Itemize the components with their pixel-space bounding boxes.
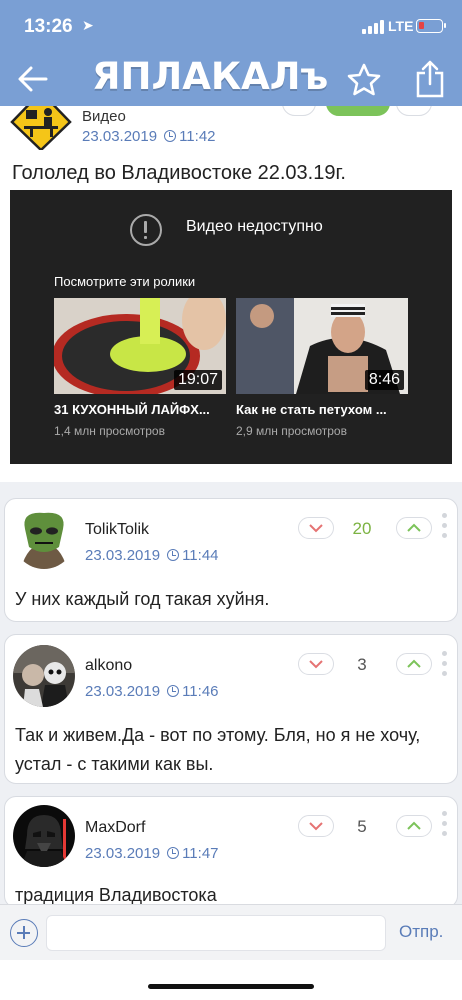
video-duration: 19:07: [173, 370, 222, 390]
comment-input-bar: Отпр.: [0, 904, 462, 960]
upvote-button[interactable]: [396, 653, 432, 675]
comment-time-value: 11:44: [182, 547, 219, 564]
post-downvote-button[interactable]: [282, 106, 316, 116]
comment-text: Так и живем.Да - вот по этому. Бля, но я…: [15, 725, 421, 774]
comment-username[interactable]: MaxDorf: [85, 819, 145, 837]
comment-date-value: 23.03.2019: [85, 683, 161, 700]
comment-input[interactable]: [46, 915, 386, 951]
video-title[interactable]: 31 КУХОННЫЙ ЛАЙФХ...: [54, 402, 226, 417]
video-thumbnail[interactable]: 8:46: [236, 298, 408, 394]
navigation-bar: ЯПЛАКАЛъ: [0, 52, 462, 106]
downvote-button[interactable]: [298, 653, 334, 675]
comment-card: MaxDorf 23.03.2019 11:47 5 традиция Влади…: [4, 796, 458, 908]
top-bar: 13:26 ➤ LTE ЯПЛАКАЛъ: [0, 0, 462, 106]
clock-icon: [167, 847, 180, 859]
chevron-up-icon: [407, 523, 421, 532]
post-category[interactable]: Видео: [82, 108, 126, 125]
status-time: 13:26: [24, 16, 73, 37]
comment-date: 23.03.2019 11:46: [85, 683, 219, 700]
post-date: 23.03.2019 11:42: [82, 128, 216, 145]
chevron-down-icon: [309, 524, 323, 533]
comment-username[interactable]: alkono: [85, 657, 132, 675]
comment-text: У них каждый год такая хуйня.: [15, 589, 270, 609]
chevron-up-icon: [407, 659, 421, 668]
downvote-button[interactable]: [298, 517, 334, 539]
location-arrow-icon: ➤: [82, 17, 94, 33]
comment-score: 3: [357, 655, 367, 674]
home-indicator-area: [0, 960, 462, 1000]
avatar[interactable]: [13, 805, 75, 867]
video-title[interactable]: Как не стать петухом ...: [236, 402, 408, 417]
comment-score: 5: [357, 817, 367, 836]
send-button[interactable]: Отпр.: [399, 922, 443, 942]
comment-time-value: 11:46: [182, 683, 219, 700]
battery-icon: [416, 19, 446, 33]
add-attachment-icon[interactable]: [10, 919, 38, 947]
chevron-down-icon: [309, 660, 323, 669]
avatar[interactable]: [13, 507, 75, 569]
video-duration: 8:46: [364, 370, 404, 390]
post-time-value: 11:42: [179, 128, 216, 145]
suggestions-heading: Посмотрите эти ролики: [54, 274, 196, 289]
downvote-button[interactable]: [298, 815, 334, 837]
comment-date: 23.03.2019 11:47: [85, 845, 219, 862]
video-views: 2,9 млн просмотров: [236, 424, 347, 438]
post-rating-button[interactable]: [326, 106, 390, 116]
post: Видео 23.03.2019 11:42 Гололед во Владиво…: [0, 106, 462, 482]
status-bar: 13:26 ➤ LTE: [0, 0, 462, 52]
post-title: Гололед во Владивостоке 22.03.19г.: [12, 162, 346, 184]
avatar[interactable]: [13, 645, 75, 707]
post-category-avatar: [10, 106, 72, 150]
video-thumbnail[interactable]: 19:07: [54, 298, 226, 394]
comment-date: 23.03.2019 11:44: [85, 547, 219, 564]
clock-icon: [167, 549, 180, 561]
video-unavailable-text: Видео недоступно: [186, 218, 323, 235]
more-options-icon[interactable]: [442, 811, 448, 841]
chevron-down-icon: [309, 822, 323, 831]
post-date-value: 23.03.2019: [82, 128, 158, 145]
comment-username[interactable]: TolikTolik: [85, 521, 149, 539]
back-arrow-icon[interactable]: [16, 62, 50, 96]
video-embed[interactable]: Видео недоступно Посмотрите эти ролики 1…: [10, 190, 452, 464]
clock-icon: [167, 685, 180, 697]
more-options-icon[interactable]: [442, 651, 448, 681]
favorite-star-icon[interactable]: [346, 62, 382, 98]
upvote-button[interactable]: [396, 815, 432, 837]
share-icon[interactable]: [414, 60, 446, 98]
chevron-up-icon: [407, 821, 421, 830]
comment-card: alkono 23.03.2019 11:46 3 Так и живем.Да …: [4, 634, 458, 784]
signal-icon: [362, 20, 384, 34]
upvote-button[interactable]: [396, 517, 432, 539]
comment-score: 20: [352, 519, 372, 538]
site-logo[interactable]: ЯПЛАКАЛъ: [92, 54, 332, 100]
comment-date-value: 23.03.2019: [85, 845, 161, 862]
post-upvote-button[interactable]: [396, 106, 432, 116]
video-views: 1,4 млн просмотров: [54, 424, 165, 438]
warning-icon: [130, 214, 162, 246]
comment-card: TolikTolik 23.03.2019 11:44 20 У них кажд…: [4, 498, 458, 622]
comment-time-value: 11:47: [182, 845, 219, 862]
comment-date-value: 23.03.2019: [85, 547, 161, 564]
network-label: LTE: [388, 18, 414, 34]
clock-icon: [164, 130, 177, 142]
more-options-icon[interactable]: [442, 513, 448, 543]
home-indicator[interactable]: [148, 984, 314, 989]
